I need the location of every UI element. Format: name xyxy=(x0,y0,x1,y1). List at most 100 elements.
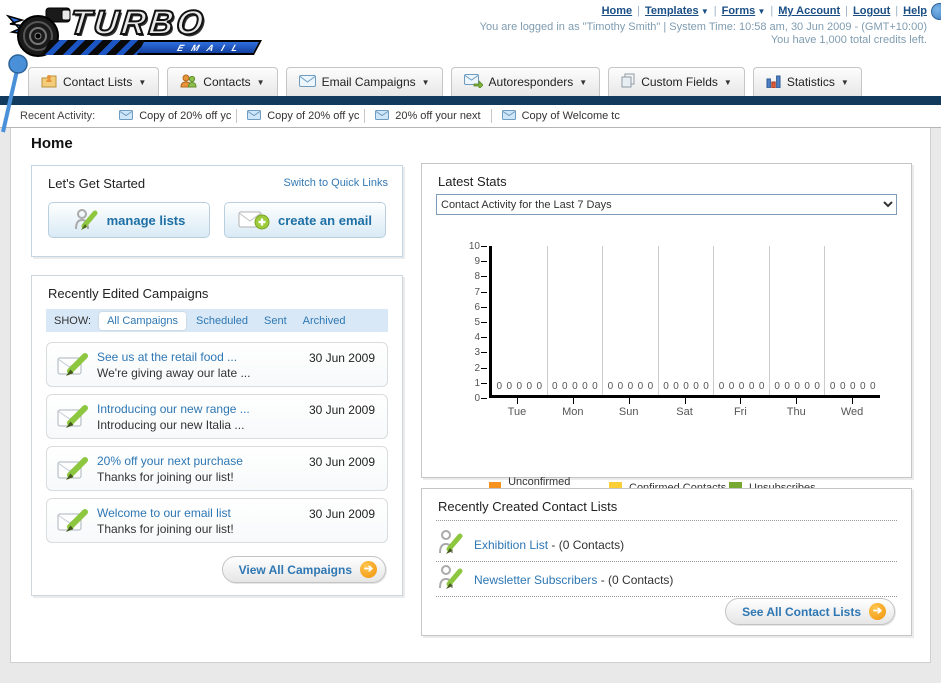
top-nav-logout[interactable]: Logout xyxy=(853,5,890,17)
create-email-label: create an email xyxy=(278,212,372,228)
chart-value: 0 xyxy=(526,381,533,392)
chart-value: 0 xyxy=(552,381,558,392)
filter-scheduled[interactable]: Scheduled xyxy=(196,315,248,327)
arrow-icon: ➔ xyxy=(869,603,886,620)
y-axis-tick-label: 7 xyxy=(474,286,480,298)
campaign-subtitle: Thanks for joining our list! xyxy=(97,522,234,536)
stats-period-select[interactable]: Contact Activity for the Last 7 Days xyxy=(436,194,897,215)
chart-value: 0 xyxy=(582,381,588,392)
y-axis-tick-label: 2 xyxy=(474,362,480,374)
campaign-row[interactable]: Welcome to our email list Thanks for join… xyxy=(46,498,388,543)
y-axis-tick xyxy=(481,261,487,263)
nav-separator: | xyxy=(770,5,774,17)
chart-value: 0 xyxy=(496,381,503,392)
chart-value: 0 xyxy=(607,381,614,392)
top-nav-my-account[interactable]: My Account xyxy=(778,5,840,17)
tab-statistics[interactable]: Statistics ▼ xyxy=(752,67,862,96)
campaign-date: 30 Jun 2009 xyxy=(308,507,375,521)
x-axis-tick-label: Mon xyxy=(562,406,584,418)
campaign-row[interactable]: Introducing our new range ... Introducing… xyxy=(46,394,388,439)
app-logo: TURBO EMAIL xyxy=(6,3,276,60)
arrow-icon: ➔ xyxy=(360,561,377,578)
see-all-contact-lists-button[interactable]: See All Contact Lists ➔ xyxy=(725,598,895,625)
x-axis-tick-label: Thu xyxy=(786,406,806,418)
campaign-row[interactable]: 20% off your next purchase Thanks for joi… xyxy=(46,446,388,491)
chart-day-group: 00000 xyxy=(492,246,548,395)
top-nav-templates[interactable]: Templates xyxy=(645,5,699,17)
campaign-title-link[interactable]: Introducing our new range ... xyxy=(97,402,250,416)
chart-value: 0 xyxy=(663,381,669,392)
envelope-pencil-icon xyxy=(57,456,89,488)
campaign-date: 30 Jun 2009 xyxy=(308,455,375,469)
person-pencil-icon xyxy=(438,564,464,595)
y-axis-tick-label: 5 xyxy=(474,317,480,328)
see-all-contact-lists-label: See All Contact Lists xyxy=(742,604,861,619)
tab-autoresponders[interactable]: Autoresponders ▼ xyxy=(450,67,601,96)
recent-activity-item[interactable]: Copy of Welcome tc xyxy=(492,109,620,123)
view-all-campaigns-label: View All Campaigns xyxy=(238,562,352,577)
chart-value: 0 xyxy=(506,381,513,392)
filter-all-campaigns[interactable]: All Campaigns xyxy=(99,311,186,330)
contact-list-name-link[interactable]: Newsletter Subscribers xyxy=(474,573,597,587)
chart-value: 0 xyxy=(627,381,634,392)
x-axis-tick-label: Tue xyxy=(507,406,527,418)
campaign-title-link[interactable]: Welcome to our email list xyxy=(97,506,231,520)
view-all-campaigns-button[interactable]: View All Campaigns ➔ xyxy=(221,556,386,583)
chart-value-labels: 00000 xyxy=(659,381,714,392)
chart-value: 0 xyxy=(647,381,654,392)
small-envelope-icon xyxy=(501,109,516,123)
chart-value: 0 xyxy=(774,381,780,392)
contact-list-name-link[interactable]: Exhibition List xyxy=(474,538,548,552)
top-nav-forms[interactable]: Forms xyxy=(722,5,756,17)
chart-value: 0 xyxy=(617,381,624,392)
filter-archived[interactable]: Archived xyxy=(303,315,346,327)
chart-value: 0 xyxy=(718,381,725,392)
contact-list-count: - (0 Contacts) xyxy=(548,537,625,552)
tab-contacts[interactable]: Contacts ▼ xyxy=(167,67,278,96)
switch-quick-links[interactable]: Switch to Quick Links xyxy=(283,177,388,189)
contacts-icon xyxy=(180,74,197,91)
chevron-down-icon: ▼ xyxy=(138,77,147,87)
chart-value: 0 xyxy=(703,381,709,392)
chart-value: 0 xyxy=(839,381,846,392)
dotted-divider xyxy=(436,561,897,562)
recent-activity-item[interactable]: Copy of 20% off yc xyxy=(109,109,238,123)
tab-custom-fields[interactable]: Custom Fields ▼ xyxy=(608,67,745,96)
top-nav-home[interactable]: Home xyxy=(602,5,633,17)
campaign-title-link[interactable]: 20% off your next purchase xyxy=(97,454,243,468)
credits-text: You have 1,000 total credits left. xyxy=(770,34,927,46)
chart-value: 0 xyxy=(516,381,523,392)
create-email-button[interactable]: create an email xyxy=(224,202,386,238)
manage-lists-button[interactable]: manage lists xyxy=(48,202,210,238)
logo-subtitle: EMAIL xyxy=(175,42,249,53)
chart-day-group: 00000 xyxy=(714,246,770,395)
chevron-down-icon: ▼ xyxy=(256,77,265,87)
chart-day-group: 00000 xyxy=(603,246,659,395)
recent-activity-item[interactable]: Copy of 20% off yc xyxy=(237,109,366,123)
campaign-subtitle: Introducing our new Italia ... xyxy=(97,418,245,432)
tab-label: Statistics xyxy=(786,75,835,89)
y-axis-tick xyxy=(481,352,487,354)
contact-list-item[interactable]: Newsletter Subscribers - (0 Contacts) xyxy=(438,564,673,595)
chart-value-labels: 00000 xyxy=(714,381,769,392)
campaign-title-link[interactable]: See us at the retail food ... xyxy=(97,350,237,364)
chart-value: 0 xyxy=(859,381,866,392)
tab-label: Custom Fields xyxy=(641,75,718,89)
recent-activity-item-label: Copy of Welcome tc xyxy=(521,110,620,122)
campaign-row[interactable]: See us at the retail food ... We're givin… xyxy=(46,342,388,387)
filter-sent[interactable]: Sent xyxy=(264,315,287,327)
chart-value-labels: 00000 xyxy=(603,381,658,392)
campaign-date: 30 Jun 2009 xyxy=(308,351,375,365)
get-started-title: Let's Get Started xyxy=(48,176,146,191)
tab-email-campaigns[interactable]: Email Campaigns ▼ xyxy=(285,67,443,96)
top-nav-help[interactable]: Help xyxy=(903,5,927,17)
tab-contact-lists[interactable]: Contact Lists ▼ xyxy=(28,67,160,96)
show-label: SHOW: xyxy=(54,314,92,327)
contact-list-item[interactable]: Exhibition List - (0 Contacts) xyxy=(438,529,624,560)
dotted-divider xyxy=(436,596,897,597)
chart-value: 0 xyxy=(536,381,543,392)
recent-activity-item-label: Copy of 20% off yc xyxy=(139,110,232,122)
y-axis-tick-label: 9 xyxy=(474,256,480,268)
envelope-pencil-icon xyxy=(57,352,89,384)
recent-activity-item[interactable]: 20% off your next xyxy=(365,109,492,123)
